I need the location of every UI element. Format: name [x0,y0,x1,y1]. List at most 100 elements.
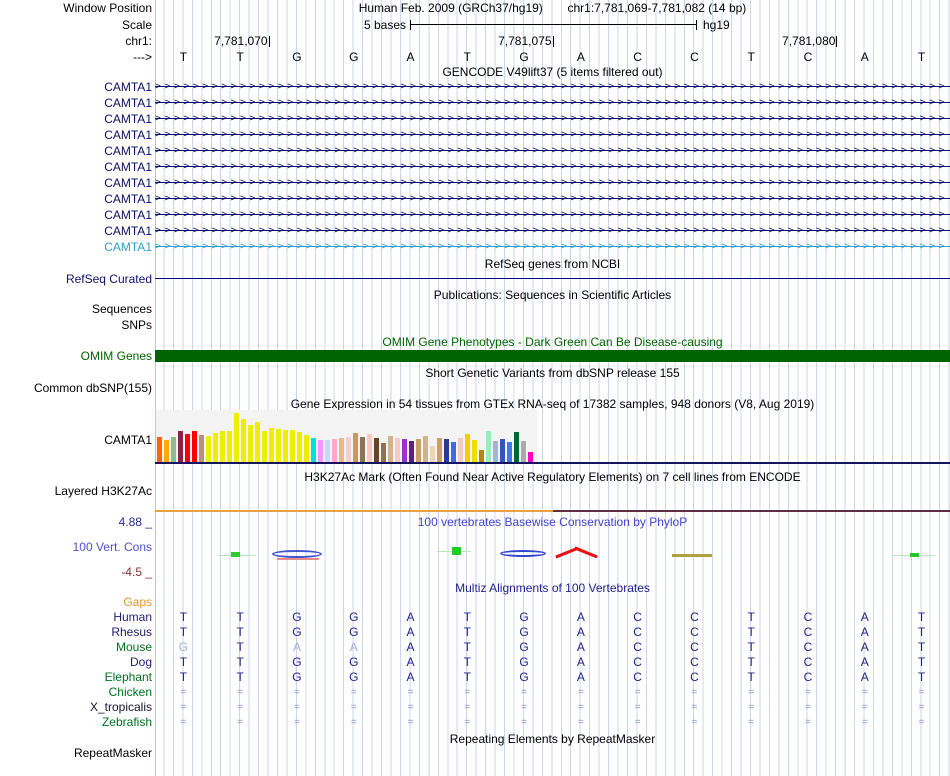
strand-arrow-label[interactable]: ---> [133,51,152,64]
gtex-tissue-bar[interactable] [514,432,519,462]
h3k27ac-signal-left[interactable] [155,510,553,512]
gtex-tissue-bar[interactable] [311,438,316,462]
gene-transcript-row[interactable]: >>>>>>>>>>>>>>>>>>>>>>>>>>>>>>>>>>>>>>>>… [155,146,950,156]
species-label[interactable]: Chicken [109,686,152,699]
gene-transcript-label[interactable]: CAMTA1 [104,97,152,110]
gtex-tissue-bar[interactable] [465,434,470,462]
gtex-tissue-bar[interactable] [353,433,358,462]
gtex-tissue-bar[interactable] [269,428,274,462]
gtex-tissue-bar[interactable] [409,441,414,462]
gene-transcript-label[interactable]: CAMTA1 [104,145,152,158]
gtex-tissue-bar[interactable] [444,439,449,462]
conservation-track-label[interactable]: 100 Vert. Cons [73,541,152,554]
gtex-tissue-bar[interactable] [479,450,484,462]
species-label[interactable]: Rhesus [111,626,152,639]
gtex-tissue-bar[interactable] [395,438,400,462]
snps-track-label[interactable]: SNPs [121,319,152,332]
species-label[interactable]: Elephant [105,671,152,684]
gtex-tissue-bar[interactable] [451,442,456,462]
gtex-tissue-bar[interactable] [220,431,225,462]
gtex-tissue-bar[interactable] [227,431,232,462]
gtex-bar-chart[interactable] [157,412,533,462]
gtex-tissue-bar[interactable] [381,443,386,462]
alignment-row[interactable]: TTGGATGACCTCAT [155,626,950,639]
gtex-tissue-bar[interactable] [339,438,344,462]
gene-transcript-row[interactable]: >>>>>>>>>>>>>>>>>>>>>>>>>>>>>>>>>>>>>>>>… [155,194,950,204]
alignment-row[interactable]: = = = = = = = = = = = = = = [155,716,950,729]
gtex-tissue-bar[interactable] [206,436,211,462]
gene-transcript-row[interactable]: >>>>>>>>>>>>>>>>>>>>>>>>>>>>>>>>>>>>>>>>… [155,82,950,92]
gene-transcript-label[interactable]: CAMTA1 [104,81,152,94]
gtex-tissue-bar[interactable] [507,442,512,462]
gene-transcript-row[interactable]: >>>>>>>>>>>>>>>>>>>>>>>>>>>>>>>>>>>>>>>>… [155,242,950,252]
gene-transcript-row[interactable]: >>>>>>>>>>>>>>>>>>>>>>>>>>>>>>>>>>>>>>>>… [155,210,950,220]
gtex-tissue-bar[interactable] [332,439,337,462]
alignment-row[interactable]: TTGGATGACCTCAT [155,656,950,669]
gtex-tissue-bar[interactable] [486,431,491,462]
gtex-tissue-bar[interactable] [500,439,505,462]
gtex-tissue-bar[interactable] [388,436,393,462]
gene-transcript-label[interactable]: CAMTA1 [104,209,152,222]
species-label[interactable]: Zebrafish [102,716,152,729]
gtex-tissue-bar[interactable] [234,413,239,462]
omim-genes-label[interactable]: OMIM Genes [81,350,152,363]
gtex-tissue-bar[interactable] [241,419,246,462]
repeatmasker-label[interactable]: RepeatMasker [74,747,152,760]
species-label[interactable]: Human [113,611,152,624]
gene-transcript-label[interactable]: CAMTA1 [104,161,152,174]
layered-h3k27ac-label[interactable]: Layered H3K27Ac [55,485,152,498]
refseq-curated-label[interactable]: RefSeq Curated [66,273,152,286]
gtex-tissue-bar[interactable] [346,437,351,462]
species-label[interactable]: X_tropicalis [90,701,152,714]
gtex-tissue-bar[interactable] [430,446,435,462]
h3k27ac-signal-right[interactable] [553,510,950,512]
gene-transcript-row[interactable]: >>>>>>>>>>>>>>>>>>>>>>>>>>>>>>>>>>>>>>>>… [155,226,950,236]
gtex-tissue-bar[interactable] [521,441,526,462]
gtex-tissue-bar[interactable] [185,434,190,462]
gtex-tissue-bar[interactable] [493,441,498,462]
gtex-tissue-bar[interactable] [262,431,267,462]
gtex-tissue-bar[interactable] [297,432,302,462]
gtex-tissue-bar[interactable] [472,440,477,462]
alignment-row[interactable]: GTAAATGACCTCAT [155,641,950,654]
gene-transcript-label[interactable]: CAMTA1 [104,177,152,190]
alignment-row[interactable]: = = = = = = = = = = = = = = [155,686,950,699]
gtex-tissue-bar[interactable] [248,425,253,462]
gaps-row-label[interactable]: Gaps [123,596,152,609]
sequences-track-label[interactable]: Sequences [92,303,152,316]
gtex-tissue-bar[interactable] [528,452,533,462]
gtex-tissue-bar[interactable] [402,439,407,462]
species-label[interactable]: Mouse [116,641,152,654]
gtex-tissue-bar[interactable] [290,430,295,462]
gtex-tissue-bar[interactable] [171,437,176,462]
gene-transcript-label[interactable]: CAMTA1 [104,225,152,238]
gtex-tissue-bar[interactable] [437,438,442,462]
gene-transcript-label[interactable]: CAMTA1 [104,193,152,206]
gtex-tissue-bar[interactable] [283,430,288,462]
gtex-tissue-bar[interactable] [325,440,330,462]
gtex-tissue-bar[interactable] [255,422,260,462]
gene-transcript-row[interactable]: >>>>>>>>>>>>>>>>>>>>>>>>>>>>>>>>>>>>>>>>… [155,98,950,108]
gtex-tissue-bar[interactable] [199,435,204,462]
gene-transcript-row[interactable]: >>>>>>>>>>>>>>>>>>>>>>>>>>>>>>>>>>>>>>>>… [155,178,950,188]
alignment-row[interactable]: TTGGATGACCTCAT [155,671,950,684]
common-dbsnp-label[interactable]: Common dbSNP(155) [34,382,152,395]
gene-transcript-label[interactable]: CAMTA1 [104,241,152,254]
alignment-row[interactable]: TTGGATGACCTCAT [155,611,950,624]
gene-transcript-row[interactable]: >>>>>>>>>>>>>>>>>>>>>>>>>>>>>>>>>>>>>>>>… [155,114,950,124]
alignment-row[interactable]: = = = = = = = = = = = = = = [155,701,950,714]
gtex-tissue-bar[interactable] [360,437,365,462]
gtex-tissue-bar[interactable] [318,440,323,462]
gtex-tissue-bar[interactable] [374,438,379,462]
gtex-tissue-bar[interactable] [458,438,463,462]
gtex-tissue-bar[interactable] [423,436,428,462]
gtex-tissue-bar[interactable] [164,440,169,462]
gtex-tissue-bar[interactable] [367,434,372,462]
gene-transcript-label[interactable]: CAMTA1 [104,113,152,126]
species-label[interactable]: Dog [130,656,152,669]
gtex-tissue-bar[interactable] [213,433,218,462]
gene-transcript-row[interactable]: >>>>>>>>>>>>>>>>>>>>>>>>>>>>>>>>>>>>>>>>… [155,130,950,140]
gene-transcript-row[interactable]: >>>>>>>>>>>>>>>>>>>>>>>>>>>>>>>>>>>>>>>>… [155,162,950,172]
gtex-tissue-bar[interactable] [276,429,281,462]
gtex-tissue-bar[interactable] [416,439,421,462]
